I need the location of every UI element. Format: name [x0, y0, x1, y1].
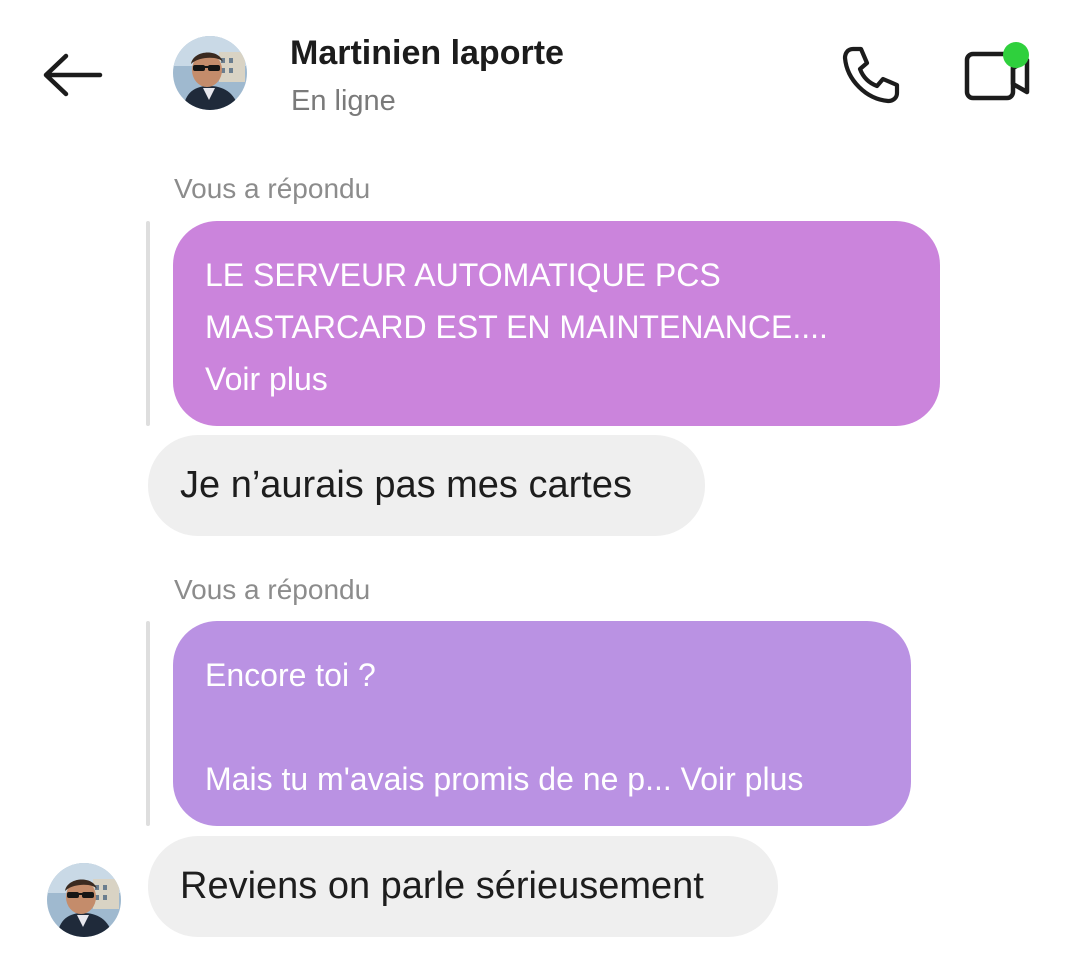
online-indicator	[1003, 42, 1029, 68]
contact-status: En ligne	[291, 85, 396, 117]
message-bubble[interactable]: Je n’aurais pas mes cartes	[148, 435, 705, 536]
call-button[interactable]	[836, 40, 906, 110]
reply-label: Vous a répondu	[174, 574, 371, 605]
arrow-left-icon	[43, 53, 103, 97]
quoted-line[interactable]: Mais tu m'avais promis de ne p... Voir p…	[205, 753, 879, 805]
reply-label: Vous a répondu	[174, 173, 371, 204]
message-bubble[interactable]: Reviens on parle sérieusement	[148, 836, 778, 937]
sender-avatar[interactable]	[47, 863, 121, 937]
avatar-photo	[47, 863, 121, 937]
phone-icon	[842, 46, 900, 104]
chat-screen: Martinien laporte En ligne Vous a répond…	[0, 0, 1080, 956]
reply-bar	[146, 621, 150, 826]
quoted-line: Encore toi ?	[205, 657, 376, 693]
quoted-line: MASTARCARD EST EN MAINTENANCE....	[205, 309, 828, 345]
contact-avatar[interactable]	[173, 36, 247, 110]
quoted-line: LE SERVEUR AUTOMATIQUE PCS	[205, 257, 721, 293]
contact-name[interactable]: Martinien laporte	[290, 34, 564, 73]
back-button[interactable]	[40, 45, 106, 105]
avatar-photo	[173, 36, 247, 110]
quoted-line	[205, 701, 879, 753]
quoted-message[interactable]: LE SERVEUR AUTOMATIQUE PCS MASTARCARD ES…	[173, 221, 940, 426]
quoted-message[interactable]: Encore toi ? Mais tu m'avais promis de n…	[173, 621, 911, 826]
see-more-link[interactable]: Voir plus	[205, 353, 908, 405]
reply-bar	[146, 221, 150, 426]
